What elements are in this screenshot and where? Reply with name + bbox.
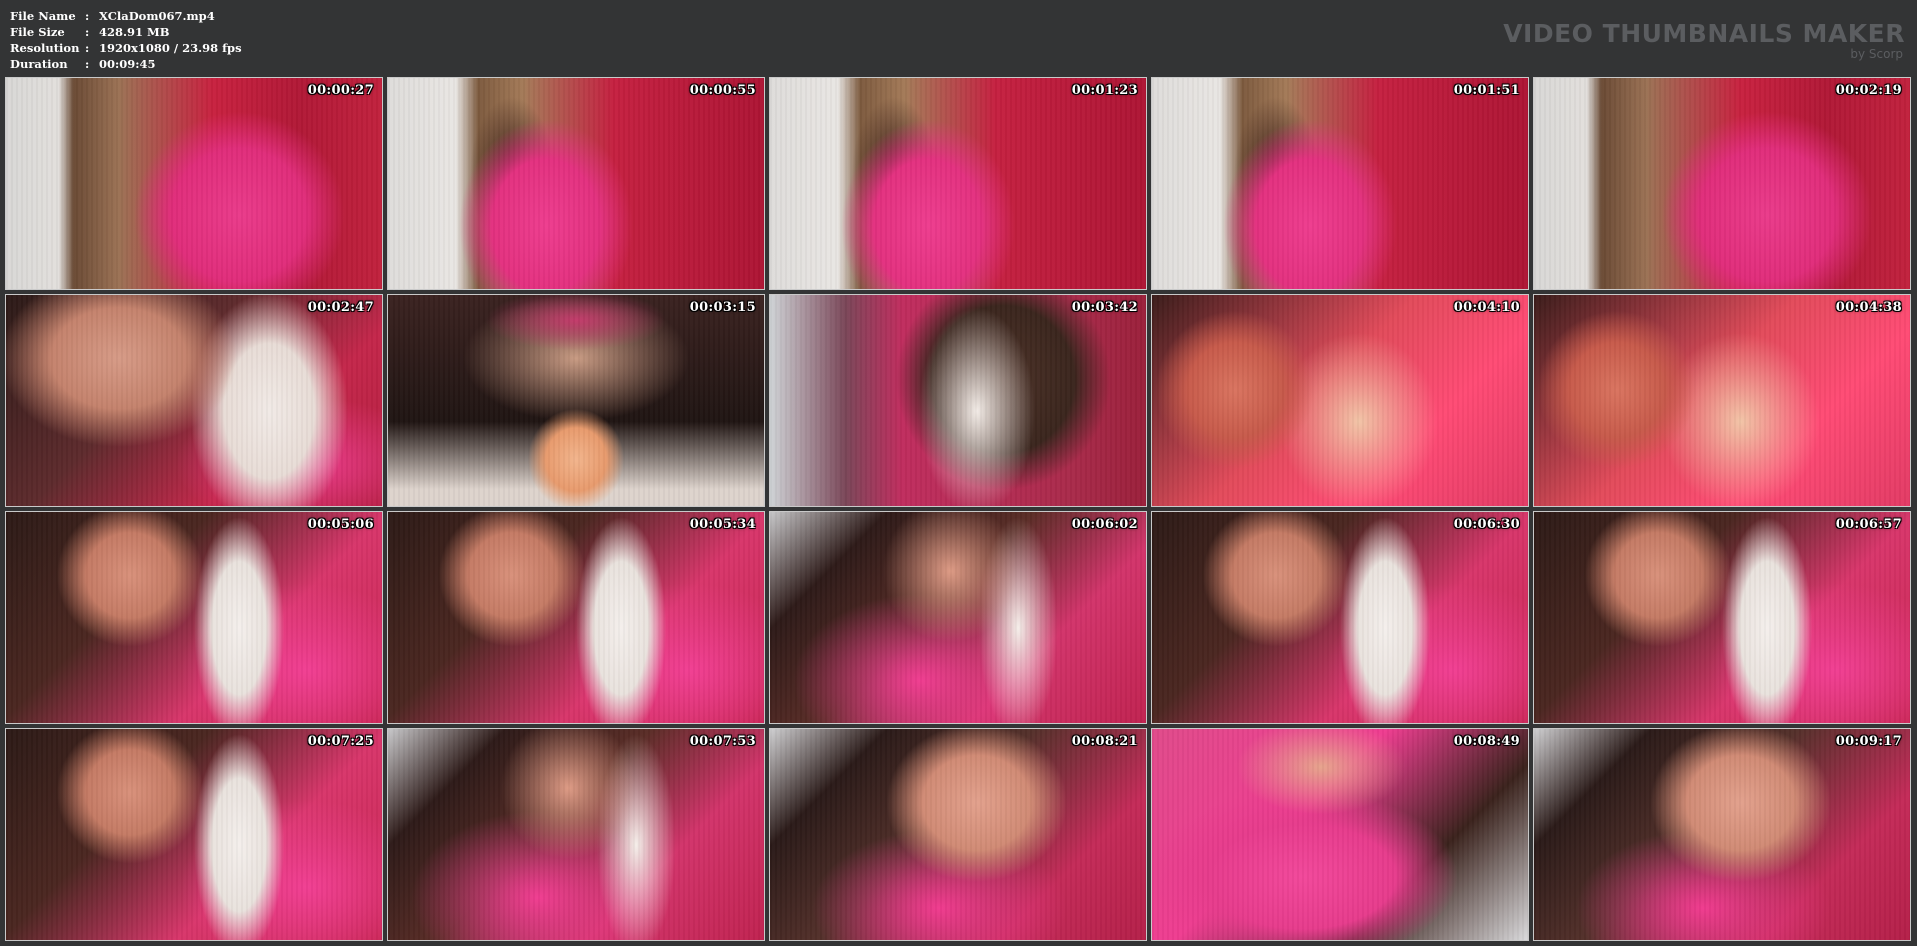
thumbnail-frame[interactable]: 00:08:49	[1151, 728, 1529, 941]
thumbnail-frame[interactable]: 00:03:42	[769, 294, 1147, 507]
frame-timestamp: 00:07:53	[689, 734, 756, 749]
frame-texture	[1152, 729, 1528, 940]
frame-texture	[770, 78, 1146, 289]
thumbnail-frame[interactable]: 00:03:15	[387, 294, 765, 507]
thumbnail-frame[interactable]: 00:09:17	[1533, 728, 1911, 941]
frame-timestamp: 00:08:21	[1071, 734, 1138, 749]
info-label: Resolution	[10, 41, 80, 55]
frame-texture	[1534, 78, 1910, 289]
frame-timestamp: 00:06:02	[1071, 517, 1138, 532]
frame-timestamp: 00:05:06	[307, 517, 374, 532]
info-label: Duration	[10, 57, 68, 71]
info-row-file-size: File Size : 428.91 MB	[10, 24, 242, 40]
frame-timestamp: 00:00:55	[689, 83, 756, 98]
info-value-resolution: 1920x1080 / 23.98 fps	[99, 41, 242, 55]
frame-timestamp: 00:09:17	[1835, 734, 1902, 749]
frame-texture	[6, 78, 382, 289]
thumbnail-frame[interactable]: 00:07:25	[5, 728, 383, 941]
thumbnail-frame[interactable]: 00:06:30	[1151, 511, 1529, 724]
brand-subtitle: by Scorp	[1850, 47, 1903, 61]
thumbnail-frame[interactable]: 00:05:34	[387, 511, 765, 724]
frame-texture	[6, 512, 382, 723]
frame-timestamp: 00:06:57	[1835, 517, 1902, 532]
thumbnail-frame[interactable]: 00:00:27	[5, 77, 383, 290]
info-separator: :	[85, 41, 90, 55]
thumbnail-frame[interactable]: 00:01:51	[1151, 77, 1529, 290]
frame-texture	[770, 729, 1146, 940]
frame-timestamp: 00:01:51	[1453, 83, 1520, 98]
thumbnail-frame[interactable]: 00:04:10	[1151, 294, 1529, 507]
thumbnail-frame[interactable]: 00:02:19	[1533, 77, 1911, 290]
thumbnail-frame[interactable]: 00:01:23	[769, 77, 1147, 290]
frame-timestamp: 00:03:42	[1071, 300, 1138, 315]
thumbnail-frame[interactable]: 00:08:21	[769, 728, 1147, 941]
thumbnail-grid: 00:00:27 00:00:55 00:01:23 00:01:51 00:02:19…	[5, 77, 1911, 941]
info-value-duration: 00:09:45	[99, 57, 156, 71]
info-row-duration: Duration : 00:09:45	[10, 56, 242, 72]
thumbnail-frame[interactable]: 00:05:06	[5, 511, 383, 724]
frame-texture	[1152, 78, 1528, 289]
thumbnail-frame[interactable]: 00:00:55	[387, 77, 765, 290]
frame-timestamp: 00:02:47	[307, 300, 374, 315]
thumbnail-frame[interactable]: 00:06:02	[769, 511, 1147, 724]
info-separator: :	[85, 9, 90, 23]
frame-texture	[388, 729, 764, 940]
frame-texture	[6, 729, 382, 940]
frame-texture	[1534, 729, 1910, 940]
info-separator: :	[85, 57, 90, 71]
brand-logo: VIDEO THUMBNAILS MAKER by Scorp	[1503, 20, 1905, 61]
frame-timestamp: 00:02:19	[1835, 83, 1902, 98]
thumbnail-frame[interactable]: 00:07:53	[387, 728, 765, 941]
brand-title: VIDEO THUMBNAILS MAKER	[1503, 19, 1905, 48]
info-label: File Size	[10, 25, 65, 39]
frame-timestamp: 00:07:25	[307, 734, 374, 749]
info-separator: :	[85, 25, 90, 39]
thumbnail-frame[interactable]: 00:04:38	[1533, 294, 1911, 507]
file-info-panel: File Name : XClaDom067.mp4 File Size : 4…	[10, 8, 242, 72]
frame-timestamp: 00:01:23	[1071, 83, 1138, 98]
frame-timestamp: 00:04:10	[1453, 300, 1520, 315]
info-row-resolution: Resolution : 1920x1080 / 23.98 fps	[10, 40, 242, 56]
info-value-file-size: 428.91 MB	[99, 25, 170, 39]
frame-timestamp: 00:03:15	[689, 300, 756, 315]
frame-timestamp: 00:06:30	[1453, 517, 1520, 532]
frame-texture	[1534, 295, 1910, 506]
frame-texture	[770, 512, 1146, 723]
info-row-file-name: File Name : XClaDom067.mp4	[10, 8, 242, 24]
frame-texture	[6, 295, 382, 506]
frame-timestamp: 00:00:27	[307, 83, 374, 98]
thumbnail-frame[interactable]: 00:02:47	[5, 294, 383, 507]
frame-texture	[1152, 295, 1528, 506]
frame-timestamp: 00:05:34	[689, 517, 756, 532]
info-label: File Name	[10, 9, 76, 23]
frame-texture	[388, 78, 764, 289]
frame-texture	[1152, 512, 1528, 723]
frame-timestamp: 00:04:38	[1835, 300, 1902, 315]
frame-texture	[388, 295, 764, 506]
thumbnail-frame[interactable]: 00:06:57	[1533, 511, 1911, 724]
frame-timestamp: 00:08:49	[1453, 734, 1520, 749]
frame-texture	[1534, 512, 1910, 723]
frame-texture	[770, 295, 1146, 506]
frame-texture	[388, 512, 764, 723]
info-value-file-name: XClaDom067.mp4	[99, 9, 215, 23]
